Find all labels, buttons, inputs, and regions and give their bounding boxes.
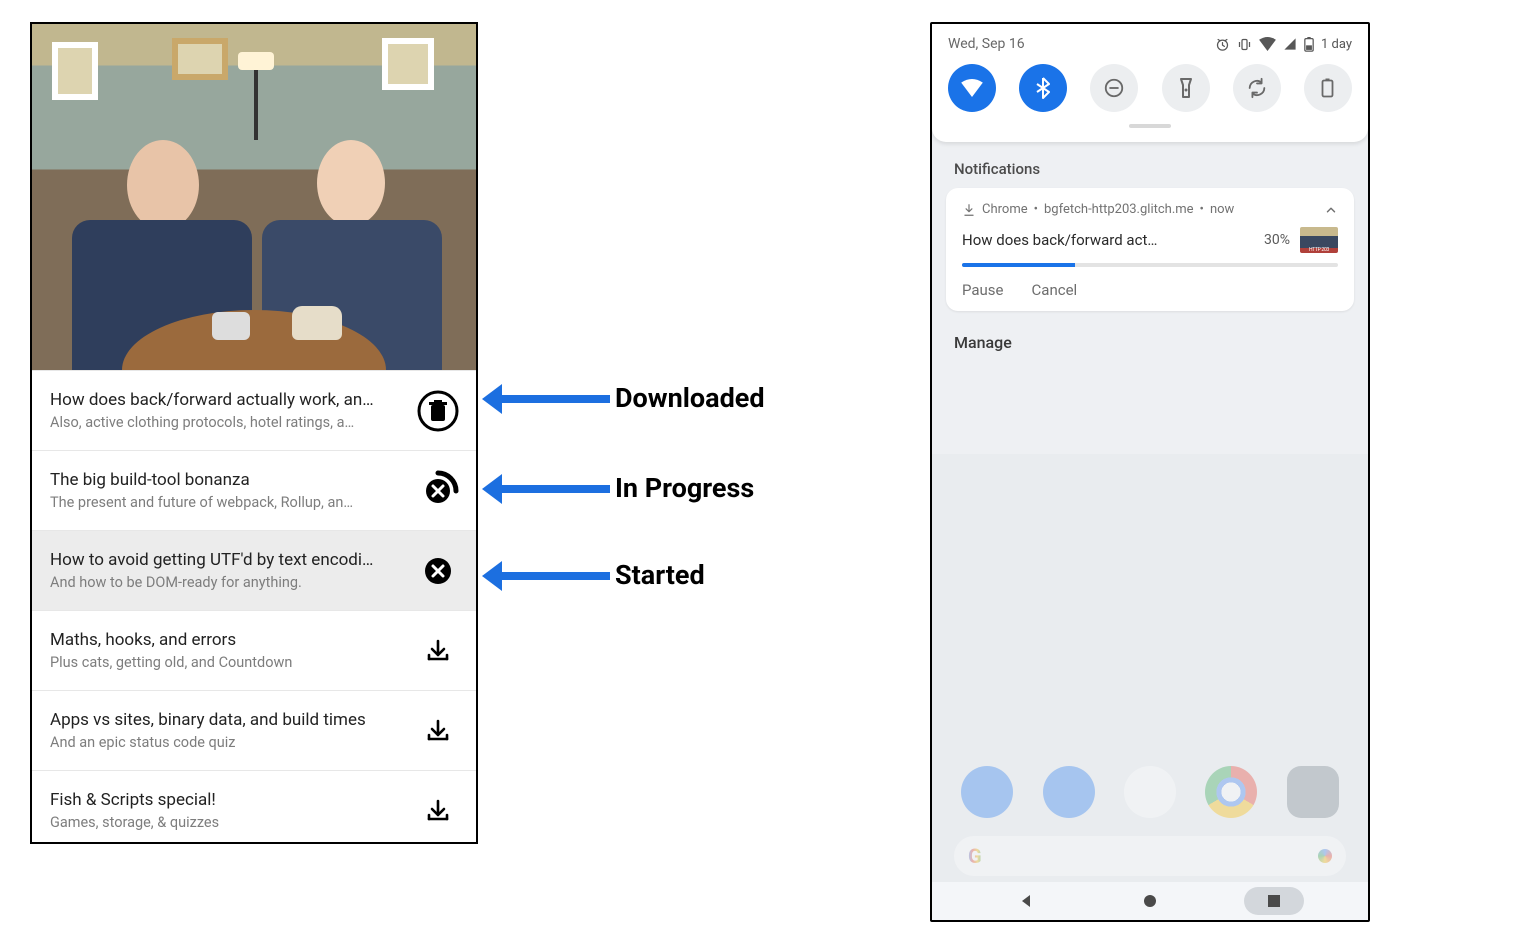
google-logo-icon: G [968, 844, 982, 868]
episode-title: The big build-tool bonanza [50, 470, 406, 490]
episode-title: Maths, hooks, and errors [50, 630, 406, 650]
cell-signal-icon [1283, 37, 1297, 51]
episode-row[interactable]: Fish & Scripts special! Games, storage, … [32, 770, 476, 844]
battery-saver-toggle[interactable] [1304, 64, 1352, 112]
episode-row[interactable]: Maths, hooks, and errors Plus cats, gett… [32, 610, 476, 690]
home-button[interactable] [1120, 887, 1180, 915]
episode-list-app: How does back/forward actually work, an…… [30, 22, 478, 844]
hero-image [32, 24, 476, 370]
notification-app: Chrome [982, 202, 1028, 217]
cancel-button[interactable]: Cancel [1032, 281, 1078, 299]
assistant-icon[interactable] [1318, 849, 1332, 863]
bluetooth-toggle[interactable] [1019, 64, 1067, 112]
progress-bar [962, 263, 1338, 267]
episode-subtitle: And how to be DOM-ready for anything. [50, 574, 406, 591]
alarm-icon [1215, 37, 1230, 52]
manage-button[interactable]: Manage [932, 311, 1368, 374]
download-icon [425, 638, 451, 664]
episode-title: Fish & Scripts special! [50, 790, 406, 810]
autorotate-toggle[interactable] [1233, 64, 1281, 112]
download-icon [425, 718, 451, 744]
in_progress-action[interactable] [416, 469, 460, 513]
episode-subtitle: The present and future of webpack, Rollu… [50, 494, 406, 511]
downloaded-action[interactable] [416, 389, 460, 433]
recents-button[interactable] [1244, 887, 1304, 915]
label-started: Started [615, 559, 705, 591]
notifications-header: Notifications [932, 142, 1368, 188]
lamp-shade [238, 52, 274, 70]
download-icon [425, 798, 451, 824]
home-screen-backdrop: G [932, 454, 1368, 920]
arrow-downloaded [500, 395, 610, 403]
episode-row[interactable]: How does back/forward actually work, an…… [32, 370, 476, 450]
episode-subtitle: Plus cats, getting old, and Countdown [50, 654, 406, 671]
drag-handle[interactable] [1129, 124, 1171, 128]
notification-title: How does back/forward act… [962, 231, 1254, 249]
arrow-in-progress [500, 485, 610, 493]
label-in-progress: In Progress [615, 472, 754, 504]
notification-card[interactable]: Chrome • bgfetch-http203.glitch.me • now… [946, 188, 1354, 311]
arrow-started [500, 572, 610, 580]
play-store-app-icon[interactable] [1124, 766, 1176, 818]
episode-subtitle: Also, active clothing protocols, hotel r… [50, 414, 406, 431]
not_downloaded-action[interactable] [416, 629, 460, 673]
episode-title: How does back/forward actually work, an… [50, 390, 406, 410]
wall-frame [172, 38, 228, 80]
progress-cancel-icon [417, 470, 459, 512]
started-action[interactable] [416, 549, 460, 593]
notification-percent: 30% [1264, 232, 1290, 248]
bowl [292, 306, 342, 340]
navigation-bar [932, 882, 1368, 920]
camera-app-icon[interactable] [1287, 766, 1339, 818]
cancel-icon [423, 556, 453, 586]
download-icon [962, 203, 976, 217]
quick-toggles [948, 64, 1352, 112]
episode-title: How to avoid getting UTF'd by text encod… [50, 550, 406, 570]
not_downloaded-action[interactable] [416, 709, 460, 753]
wifi-toggle[interactable] [948, 64, 996, 112]
notification-thumbnail [1300, 227, 1338, 253]
vibrate-icon [1237, 37, 1252, 52]
notification-time: now [1210, 202, 1234, 217]
android-notification-shade: G Wed, Sep 16 1 day Notifications [930, 22, 1370, 922]
lamp [254, 60, 258, 140]
label-downloaded: Downloaded [615, 382, 765, 414]
pause-button[interactable]: Pause [962, 281, 1004, 299]
chrome-app-icon[interactable] [1205, 766, 1257, 818]
episode-subtitle: Games, storage, & quizzes [50, 814, 406, 831]
phone-app-icon[interactable] [961, 766, 1013, 818]
wall-frame [52, 42, 98, 100]
episode-list[interactable]: How does back/forward actually work, an…… [32, 370, 476, 844]
notification-source: bgfetch-http203.glitch.me [1044, 202, 1194, 217]
battery-label: 1 day [1321, 37, 1352, 52]
app-dock [932, 756, 1368, 828]
episode-row[interactable]: How to avoid getting UTF'd by text encod… [32, 530, 476, 610]
not_downloaded-action[interactable] [416, 789, 460, 833]
episode-row[interactable]: Apps vs sites, binary data, and build ti… [32, 690, 476, 770]
episode-row[interactable]: The big build-tool bonanza The present a… [32, 450, 476, 530]
wifi-icon [1259, 37, 1276, 51]
messages-app-icon[interactable] [1043, 766, 1095, 818]
episode-title: Apps vs sites, binary data, and build ti… [50, 710, 406, 730]
chevron-up-icon[interactable] [1324, 203, 1338, 217]
back-button[interactable] [996, 887, 1056, 915]
delete-icon [417, 390, 459, 432]
battery-icon [1304, 37, 1314, 52]
wall-frame [382, 38, 434, 90]
progress-fill [962, 263, 1075, 267]
flashlight-toggle[interactable] [1162, 64, 1210, 112]
status-bar: Wed, Sep 16 1 day [948, 36, 1352, 52]
glass [212, 312, 250, 340]
quick-settings-panel: Wed, Sep 16 1 day [932, 24, 1368, 142]
status-date: Wed, Sep 16 [948, 36, 1025, 52]
search-bar[interactable]: G [954, 836, 1346, 876]
dnd-toggle[interactable] [1090, 64, 1138, 112]
episode-subtitle: And an epic status code quiz [50, 734, 406, 751]
